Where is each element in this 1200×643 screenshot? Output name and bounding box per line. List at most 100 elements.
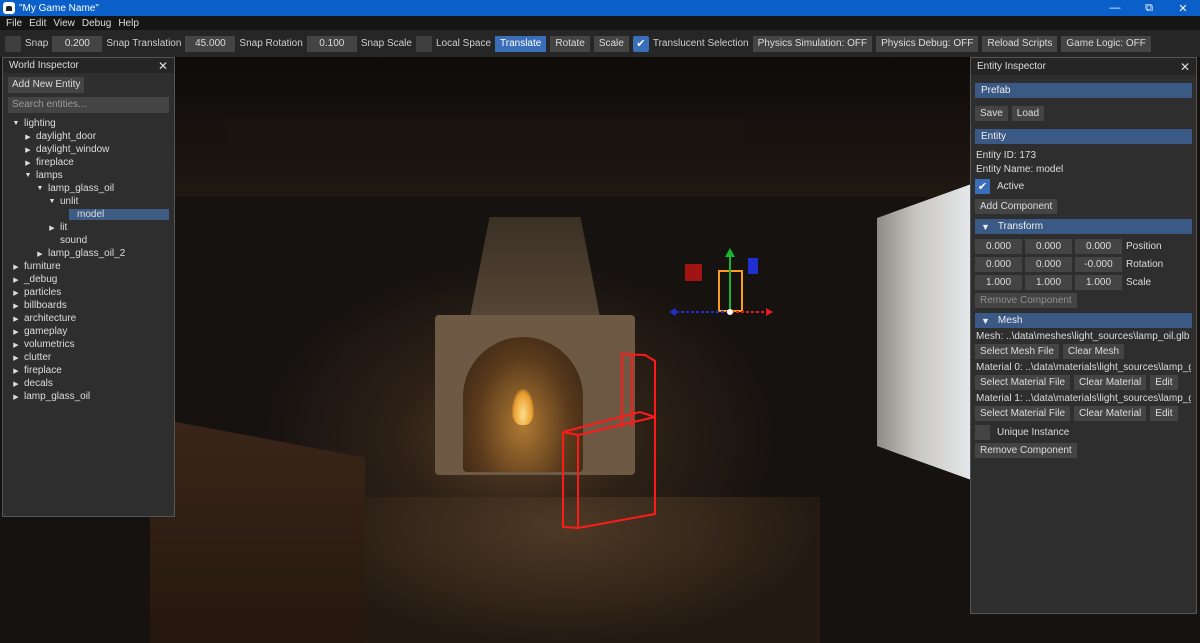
collapsed-arrow-icon[interactable]: ▶ — [35, 250, 45, 258]
snap-checkbox[interactable] — [5, 35, 21, 52]
collapsed-arrow-icon[interactable]: ▶ — [11, 328, 21, 336]
prefab-section-header[interactable]: Prefab — [975, 83, 1192, 98]
rotation-z-field[interactable]: -0.000 — [1075, 257, 1122, 272]
search-input[interactable]: Search entities... — [8, 97, 169, 113]
physics-debug-button[interactable]: Physics Debug: OFF — [876, 35, 979, 52]
collapsed-arrow-icon[interactable]: ▶ — [11, 354, 21, 362]
collapsed-arrow-icon[interactable]: ▶ — [11, 380, 21, 388]
select-material-1-button[interactable]: Select Material File — [975, 406, 1071, 421]
collapsed-arrow-icon[interactable]: ▶ — [47, 224, 57, 232]
scale-y-field[interactable]: 1.000 — [1025, 275, 1072, 290]
tree-item-lamp-glass-oil[interactable]: ▼ lamp_glass_oil — [3, 182, 174, 195]
menu-debug[interactable]: Debug — [82, 18, 111, 29]
tree-item--debug[interactable]: ▶ _debug — [3, 273, 174, 286]
snap-value-input[interactable]: 0.200 — [52, 35, 103, 52]
menu-view[interactable]: View — [53, 18, 75, 29]
tree-item-label: particles — [24, 287, 62, 298]
collapsed-arrow-icon[interactable]: ▶ — [11, 315, 21, 323]
collapsed-arrow-icon[interactable]: ▶ — [11, 289, 21, 297]
tree-item-daylight-door[interactable]: ▶ daylight_door — [3, 130, 174, 143]
tree-item-sound[interactable]: sound — [3, 234, 174, 247]
expanded-arrow-icon[interactable]: ▼ — [23, 172, 33, 179]
menu-help[interactable]: Help — [118, 18, 139, 29]
collapsed-arrow-icon[interactable]: ▶ — [11, 302, 21, 310]
remove-mesh-component-button[interactable]: Remove Component — [975, 443, 1077, 458]
load-prefab-button[interactable]: Load — [1011, 106, 1045, 121]
tree-item-lamps[interactable]: ▼ lamps — [3, 169, 174, 182]
tree-item-volumetrics[interactable]: ▶ volumetrics — [3, 338, 174, 351]
scale-z-field[interactable]: 1.000 — [1075, 275, 1122, 290]
tree-item-billboards[interactable]: ▶ billboards — [3, 299, 174, 312]
tree-item-gameplay[interactable]: ▶ gameplay — [3, 325, 174, 338]
collapsed-arrow-icon[interactable]: ▶ — [11, 393, 21, 401]
transform-header-label: Transform — [997, 221, 1044, 232]
entity-name: Entity Name: model — [976, 164, 1064, 175]
tree-item-furniture[interactable]: ▶ furniture — [3, 260, 174, 273]
select-mesh-file-button[interactable]: Select Mesh File — [975, 344, 1059, 359]
add-component-button[interactable]: Add Component — [975, 199, 1058, 214]
collapsed-arrow-icon[interactable]: ▶ — [11, 276, 21, 284]
clear-material-0-button[interactable]: Clear Material — [1074, 375, 1147, 390]
expanded-arrow-icon[interactable]: ▼ — [11, 120, 21, 127]
tree-item-lit[interactable]: ▶ lit — [3, 221, 174, 234]
maximize-button[interactable]: ⧉ — [1132, 0, 1166, 16]
save-prefab-button[interactable]: Save — [975, 106, 1008, 121]
rotation-y-field[interactable]: 0.000 — [1025, 257, 1072, 272]
mesh-header-label: Mesh — [997, 315, 1023, 326]
tree-item-unlit[interactable]: ▼ unlit — [3, 195, 174, 208]
reload-scripts-button[interactable]: Reload Scripts — [982, 35, 1058, 52]
position-z-field[interactable]: 0.000 — [1075, 239, 1122, 254]
clear-mesh-button[interactable]: Clear Mesh — [1062, 344, 1125, 359]
collapsed-arrow-icon[interactable]: ▶ — [23, 159, 33, 167]
select-material-0-button[interactable]: Select Material File — [975, 375, 1071, 390]
expanded-arrow-icon[interactable]: ▼ — [47, 198, 57, 205]
edit-material-1-button[interactable]: Edit — [1150, 406, 1178, 421]
collapsed-arrow-icon[interactable]: ▶ — [23, 146, 33, 154]
tree-item-daylight-window[interactable]: ▶ daylight_window — [3, 143, 174, 156]
scale-x-field[interactable]: 1.000 — [975, 275, 1022, 290]
tree-item-lighting[interactable]: ▼ lighting — [3, 117, 174, 130]
close-window-button[interactable]: ✕ — [1166, 0, 1200, 16]
tree-item-lamp-glass-oil-2[interactable]: ▶ lamp_glass_oil_2 — [3, 247, 174, 260]
translucent-selection-checkbox[interactable]: ✔ — [632, 35, 649, 52]
collapsed-arrow-icon[interactable]: ▶ — [11, 367, 21, 375]
position-x-field[interactable]: 0.000 — [975, 239, 1022, 254]
edit-material-0-button[interactable]: Edit — [1150, 375, 1178, 390]
collapsed-arrow-icon[interactable]: ▶ — [11, 341, 21, 349]
menu-edit[interactable]: Edit — [29, 18, 46, 29]
tree-item-particles[interactable]: ▶ particles — [3, 286, 174, 299]
remove-transform-component-button[interactable]: Remove Component — [975, 293, 1077, 308]
tree-item-architecture[interactable]: ▶ architecture — [3, 312, 174, 325]
close-icon[interactable]: ✕ — [158, 60, 168, 72]
transform-section-header[interactable]: ▼ Transform — [975, 219, 1192, 234]
mesh-section-header[interactable]: ▼ Mesh — [975, 313, 1192, 328]
tree-item-fireplace[interactable]: ▶ fireplace — [3, 364, 174, 377]
snap-rotation-input[interactable]: 0.100 — [306, 35, 357, 52]
tree-item-decals[interactable]: ▶ decals — [3, 377, 174, 390]
tree-item-model[interactable]: model — [3, 208, 169, 221]
active-checkbox[interactable]: ✔ — [975, 179, 990, 194]
physics-simulation-button[interactable]: Physics Simulation: OFF — [752, 35, 873, 52]
minimize-button[interactable]: — — [1098, 0, 1132, 16]
translate-button[interactable]: Translate — [495, 35, 547, 52]
rotate-button[interactable]: Rotate — [550, 35, 590, 52]
unique-instance-checkbox[interactable] — [975, 425, 990, 440]
collapsed-arrow-icon[interactable]: ▶ — [11, 263, 21, 271]
tree-item-clutter[interactable]: ▶ clutter — [3, 351, 174, 364]
entity-section-header[interactable]: Entity — [975, 129, 1192, 144]
tree-item-fireplace[interactable]: ▶ fireplace — [3, 156, 174, 169]
expanded-arrow-icon[interactable]: ▼ — [35, 185, 45, 192]
clear-material-1-button[interactable]: Clear Material — [1074, 406, 1147, 421]
snap-translation-input[interactable]: 45.000 — [185, 35, 236, 52]
menu-file[interactable]: File — [6, 18, 22, 29]
position-y-field[interactable]: 0.000 — [1025, 239, 1072, 254]
collapsed-arrow-icon[interactable]: ▶ — [23, 133, 33, 141]
local-space-checkbox[interactable] — [415, 35, 432, 52]
game-logic-button[interactable]: Game Logic: OFF — [1061, 35, 1151, 52]
close-icon[interactable]: ✕ — [1180, 61, 1190, 73]
snap-rotation-label: Snap Rotation — [239, 38, 303, 49]
add-new-entity-button[interactable]: Add New Entity — [8, 77, 85, 93]
tree-item-lamp-glass-oil[interactable]: ▶ lamp_glass_oil — [3, 390, 174, 403]
rotation-x-field[interactable]: 0.000 — [975, 257, 1022, 272]
scale-button[interactable]: Scale — [593, 35, 629, 52]
